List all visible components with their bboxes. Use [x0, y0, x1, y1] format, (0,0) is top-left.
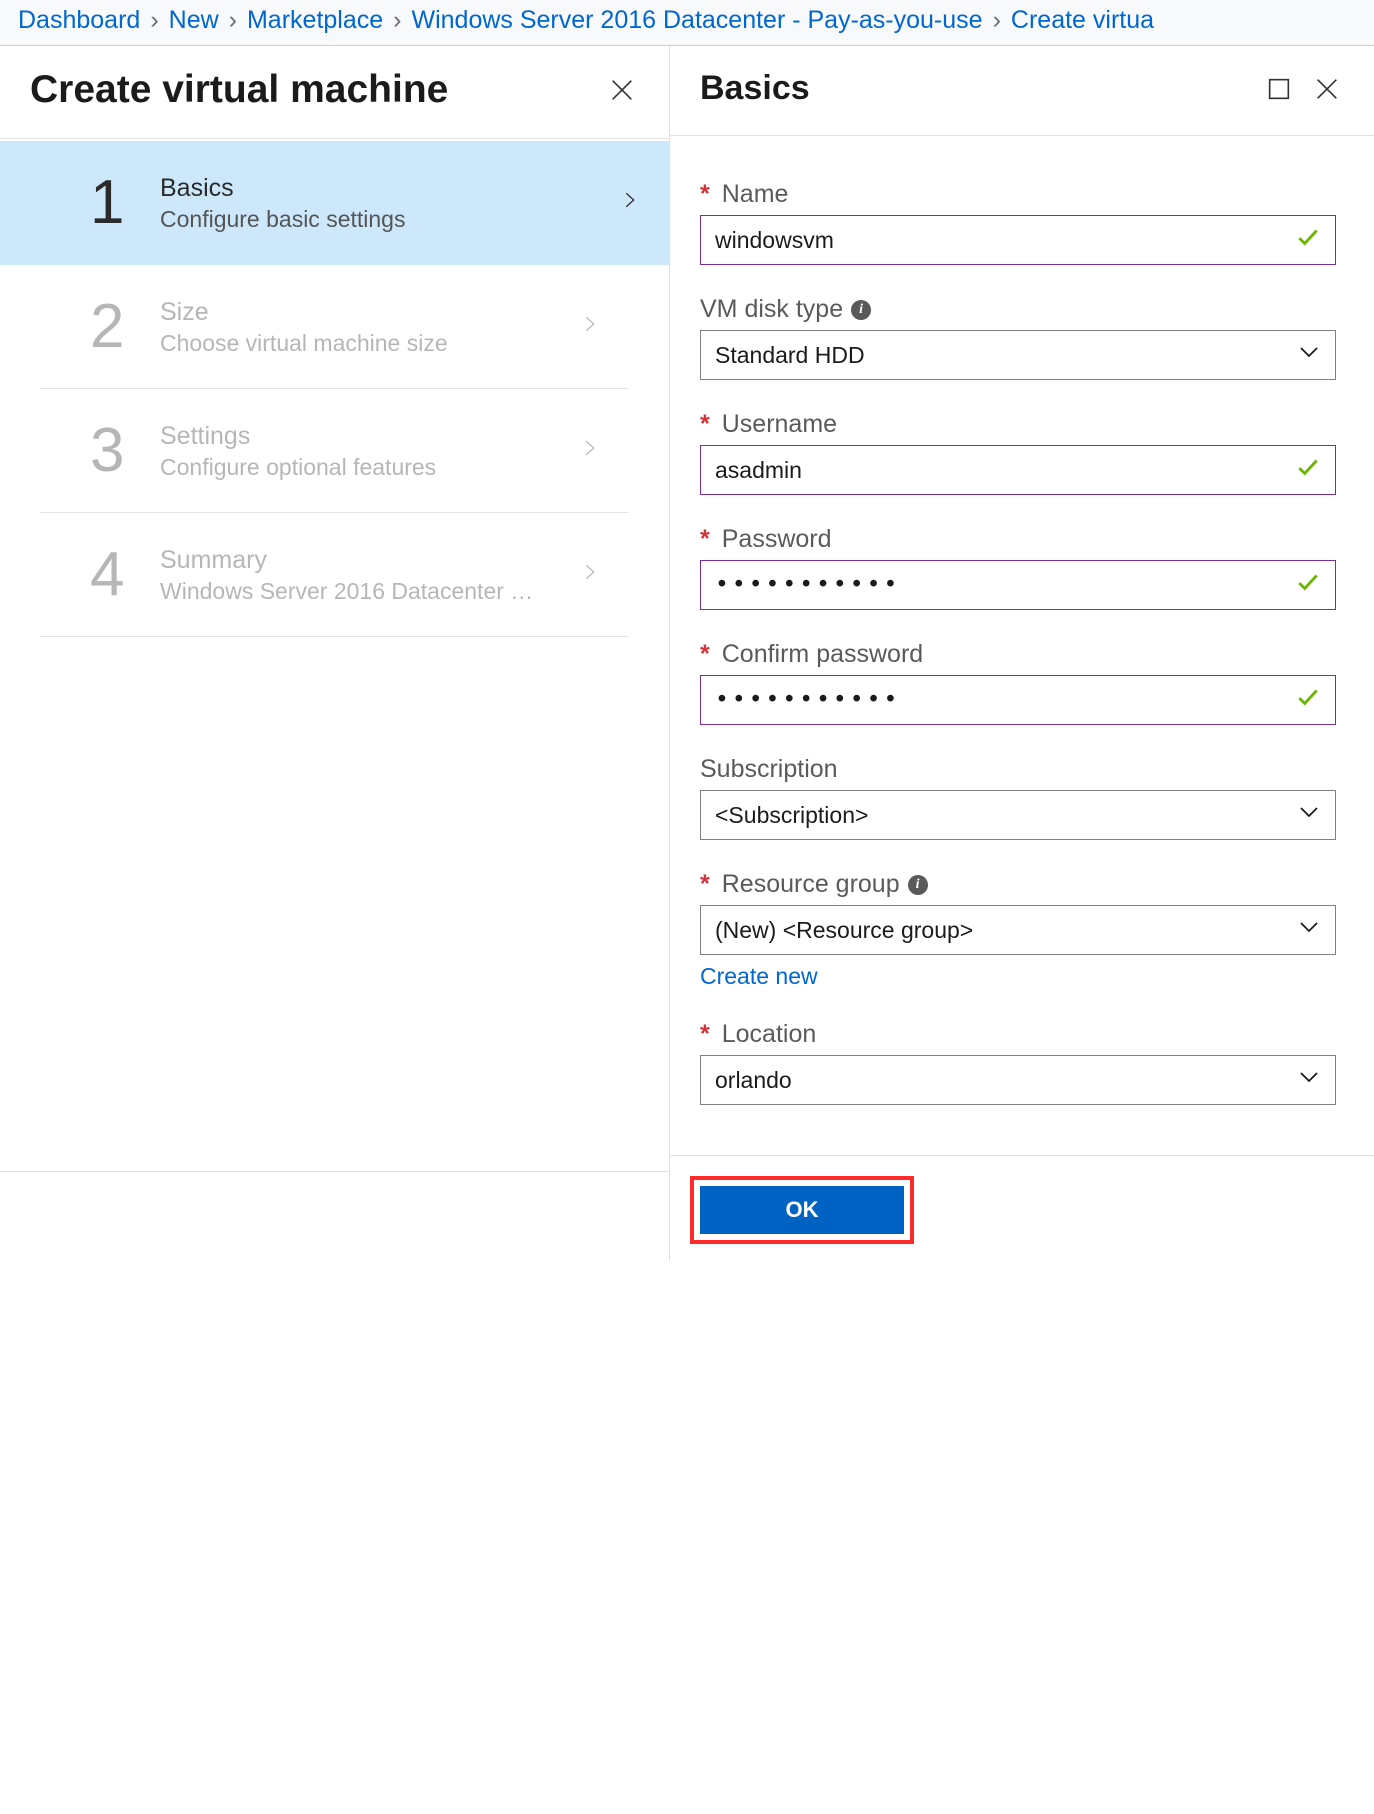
password-input[interactable]: •••••••••••: [700, 560, 1336, 610]
step-label: Settings: [160, 420, 581, 453]
field-name: * Name windowsvm: [700, 180, 1336, 265]
chevron-right-icon: [581, 557, 599, 593]
step-label: Size: [160, 296, 581, 329]
step-label: Basics: [160, 172, 621, 205]
resource-group-label: Resource group: [722, 870, 900, 899]
restore-icon[interactable]: [1262, 72, 1296, 106]
left-blade-header: Create virtual machine: [0, 46, 669, 139]
breadcrumb-marketplace[interactable]: Marketplace: [247, 6, 383, 35]
step-size[interactable]: 2 Size Choose virtual machine size: [40, 265, 629, 389]
name-input[interactable]: windowsvm: [700, 215, 1336, 265]
required-marker: *: [700, 1020, 710, 1049]
required-marker: *: [700, 870, 710, 899]
password-label: Password: [722, 525, 832, 554]
field-location: * Location orlando: [700, 1020, 1336, 1105]
right-blade-header: Basics: [670, 46, 1374, 136]
disk-label: VM disk type: [700, 295, 843, 324]
breadcrumb-offer[interactable]: Windows Server 2016 Datacenter - Pay-as-…: [411, 6, 982, 35]
required-marker: *: [700, 640, 710, 669]
info-icon[interactable]: i: [908, 875, 928, 895]
chevron-right-icon: ›: [993, 6, 1001, 35]
page-title: Create virtual machine: [30, 68, 591, 112]
field-confirm: * Confirm password •••••••••••: [700, 640, 1336, 725]
required-marker: *: [700, 180, 710, 209]
ok-button[interactable]: OK: [700, 1186, 904, 1234]
step-summary[interactable]: 4 Summary Windows Server 2016 Datacenter…: [40, 513, 629, 637]
confirm-label: Confirm password: [722, 640, 923, 669]
step-sublabel: Windows Server 2016 Datacenter …: [160, 578, 560, 605]
step-number: 4: [90, 539, 160, 610]
chevron-down-icon: [1297, 800, 1321, 830]
field-username: * Username asadmin: [700, 410, 1336, 495]
step-number: 2: [90, 291, 160, 362]
confirm-input[interactable]: •••••••••••: [700, 675, 1336, 725]
field-resource-group: * Resource group i (New) <Resource group…: [700, 870, 1336, 990]
chevron-right-icon: ›: [150, 6, 158, 35]
breadcrumb-new[interactable]: New: [169, 6, 219, 35]
chevron-right-icon: [621, 185, 639, 221]
form-title: Basics: [700, 69, 1248, 108]
subscription-select[interactable]: <Subscription>: [700, 790, 1336, 840]
location-label: Location: [722, 1020, 817, 1049]
required-marker: *: [700, 410, 710, 439]
breadcrumb-create-vm[interactable]: Create virtua: [1011, 6, 1154, 35]
ok-highlight: OK: [690, 1176, 914, 1244]
info-icon[interactable]: i: [851, 300, 871, 320]
name-label: Name: [722, 180, 789, 209]
breadcrumb: Dashboard › New › Marketplace › Windows …: [0, 0, 1374, 46]
breadcrumb-dashboard[interactable]: Dashboard: [18, 6, 140, 35]
resource-group-select[interactable]: (New) <Resource group>: [700, 905, 1336, 955]
chevron-right-icon: [581, 433, 599, 469]
chevron-down-icon: [1297, 915, 1321, 945]
close-icon[interactable]: [605, 73, 639, 107]
check-icon: [1295, 684, 1321, 716]
left-footer: [0, 1171, 669, 1261]
field-password: * Password •••••••••••: [700, 525, 1336, 610]
disk-select[interactable]: Standard HDD: [700, 330, 1336, 380]
chevron-down-icon: [1297, 1065, 1321, 1095]
close-icon[interactable]: [1310, 72, 1344, 106]
required-marker: *: [700, 525, 710, 554]
chevron-right-icon: ›: [393, 6, 401, 35]
step-number: 3: [90, 415, 160, 486]
step-settings[interactable]: 3 Settings Configure optional features: [40, 389, 629, 513]
subscription-label: Subscription: [700, 755, 838, 784]
step-sublabel: Configure basic settings: [160, 206, 560, 233]
step-number: 1: [90, 167, 160, 238]
wizard-steps: 1 Basics Configure basic settings 2 Size…: [0, 139, 669, 637]
chevron-right-icon: [581, 309, 599, 345]
chevron-right-icon: ›: [229, 6, 237, 35]
step-sublabel: Choose virtual machine size: [160, 330, 560, 357]
username-input[interactable]: asadmin: [700, 445, 1336, 495]
field-disk: VM disk type i Standard HDD: [700, 295, 1336, 380]
location-select[interactable]: orlando: [700, 1055, 1336, 1105]
chevron-down-icon: [1297, 340, 1321, 370]
create-new-link[interactable]: Create new: [700, 963, 818, 990]
field-subscription: Subscription <Subscription>: [700, 755, 1336, 840]
check-icon: [1295, 224, 1321, 256]
step-sublabel: Configure optional features: [160, 454, 560, 481]
check-icon: [1295, 454, 1321, 486]
step-label: Summary: [160, 544, 581, 577]
check-icon: [1295, 569, 1321, 601]
right-footer: OK: [670, 1155, 1374, 1261]
step-basics[interactable]: 1 Basics Configure basic settings: [0, 141, 669, 265]
username-label: Username: [722, 410, 837, 439]
